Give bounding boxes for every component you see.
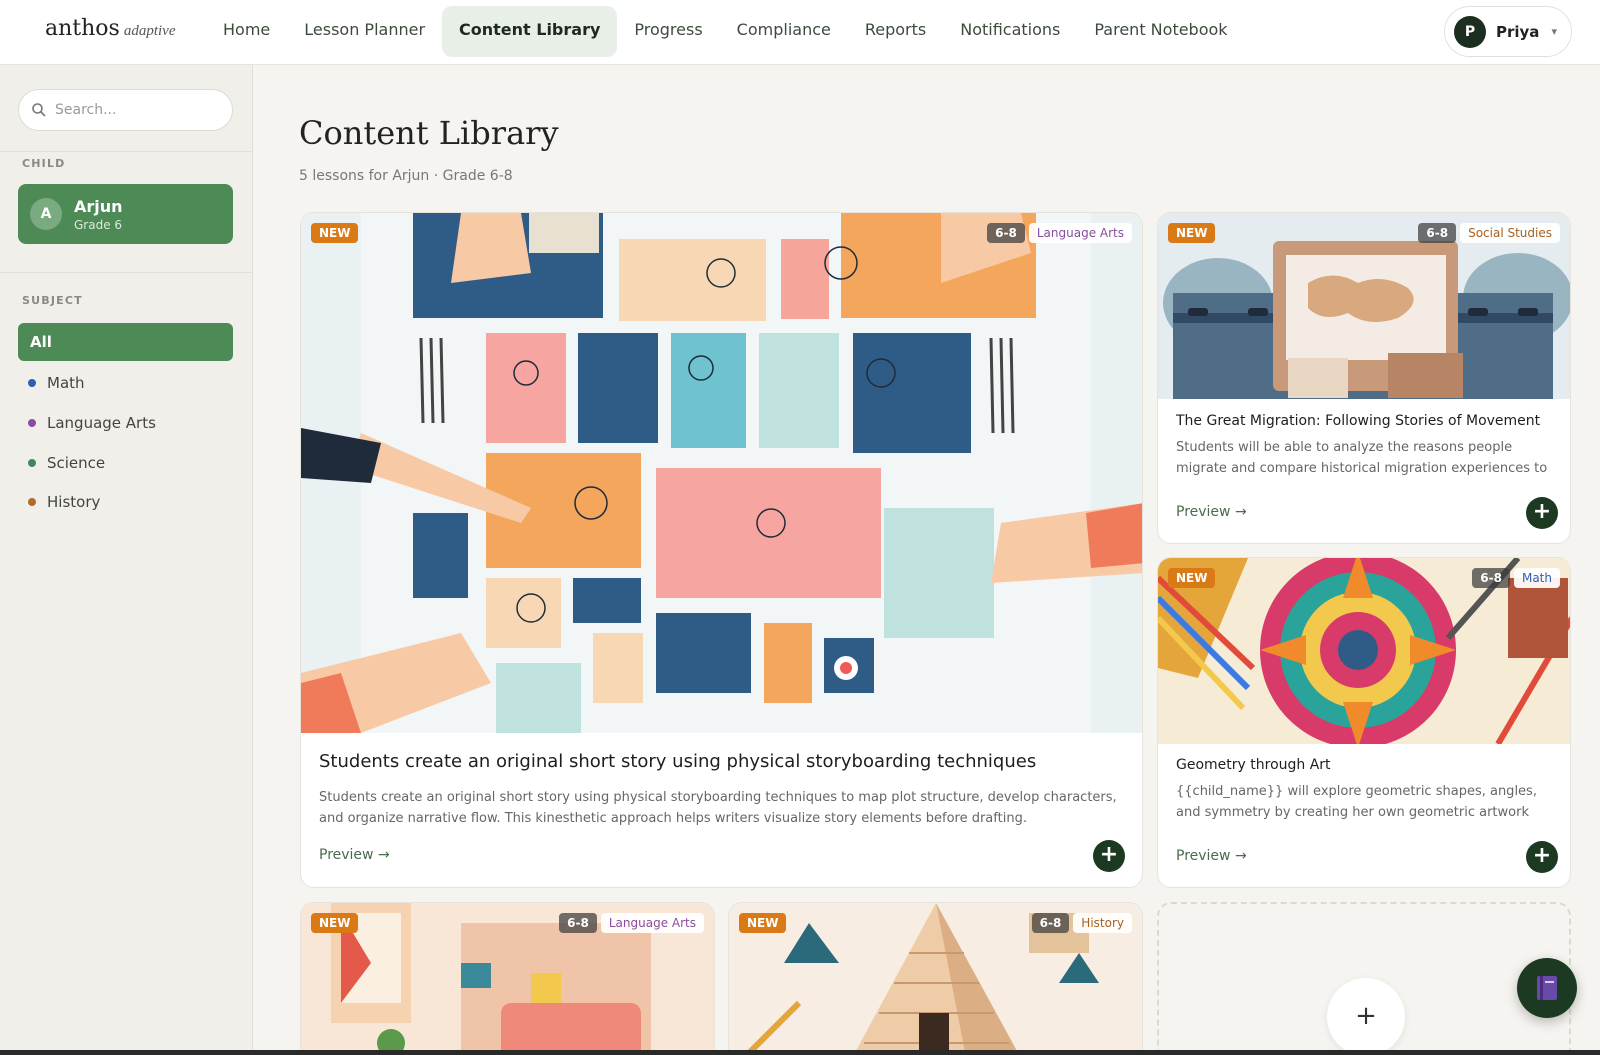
subject-badge: Math bbox=[1513, 568, 1560, 588]
lesson-illustration-storyboard bbox=[301, 213, 1142, 733]
main-nav: Home Lesson Planner Content Library Prog… bbox=[206, 6, 1245, 57]
nav-notifications[interactable]: Notifications bbox=[943, 6, 1077, 57]
brand-name: anthos bbox=[45, 16, 120, 41]
user-avatar: P bbox=[1454, 15, 1486, 48]
subject-badge: Language Arts bbox=[600, 913, 704, 933]
user-name: Priya bbox=[1496, 22, 1540, 41]
subject-label: History bbox=[47, 493, 101, 511]
page-subtitle: 5 lessons for Arjun · Grade 6-8 bbox=[299, 168, 513, 184]
search-box[interactable] bbox=[18, 89, 233, 131]
sidebar: CHILD A Arjun Grade 6 SUBJECT All Math L… bbox=[0, 65, 253, 1055]
lesson-card-5[interactable]: NEW 6-8 History bbox=[728, 902, 1143, 1055]
nav-reports[interactable]: Reports bbox=[848, 6, 943, 57]
add-content-card[interactable]: + bbox=[1157, 902, 1571, 1055]
user-menu[interactable]: P Priya ▾ bbox=[1444, 6, 1572, 57]
child-grade: Grade 6 bbox=[74, 217, 123, 232]
plus-icon[interactable]: + bbox=[1327, 978, 1405, 1055]
chevron-down-icon: ▾ bbox=[1551, 25, 1557, 38]
lesson-description: {{child_name}} will explore geometric sh… bbox=[1176, 784, 1537, 820]
lesson-card-great-migration[interactable]: NEW 6-8 Social Studies The Great Migrati… bbox=[1157, 212, 1571, 544]
brand-tagline: adaptive bbox=[123, 23, 176, 39]
preview-link[interactable]: Preview → bbox=[1176, 504, 1247, 520]
child-section-label: CHILD bbox=[22, 157, 66, 170]
subject-section-label: SUBJECT bbox=[22, 294, 83, 307]
preview-link[interactable]: Preview → bbox=[319, 847, 390, 863]
subject-badge: Social Studies bbox=[1460, 223, 1560, 243]
search-input[interactable] bbox=[55, 102, 225, 118]
lesson-title: Students create an original short story … bbox=[319, 751, 1037, 772]
lesson-title: The Great Migration: Following Stories o… bbox=[1176, 413, 1541, 429]
child-selector-arjun[interactable]: A Arjun Grade 6 bbox=[18, 184, 233, 244]
subject-label: Language Arts bbox=[47, 414, 156, 432]
new-badge: NEW bbox=[311, 913, 359, 933]
nav-home[interactable]: Home bbox=[206, 6, 287, 57]
lesson-description: Students will be able to analyze the rea… bbox=[1176, 440, 1548, 476]
nav-progress[interactable]: Progress bbox=[617, 6, 719, 57]
preview-link[interactable]: Preview → bbox=[1176, 848, 1247, 864]
subject-badge: History bbox=[1073, 913, 1132, 933]
subject-label: Science bbox=[47, 454, 106, 472]
search-icon bbox=[32, 103, 46, 117]
math-dot-icon bbox=[28, 379, 36, 387]
window-bottom-edge bbox=[0, 1050, 1600, 1055]
lesson-card-geometry-art[interactable]: NEW 6-8 Math Geometry through Art {{chil… bbox=[1157, 557, 1571, 888]
subject-badge: Language Arts bbox=[1028, 223, 1132, 243]
notebook-icon bbox=[1537, 976, 1557, 1000]
subject-filter-history[interactable]: History bbox=[28, 493, 100, 511]
divider bbox=[0, 151, 253, 152]
nav-lesson-planner[interactable]: Lesson Planner bbox=[287, 6, 442, 57]
grade-badge: 6-8 bbox=[987, 223, 1025, 243]
brand-logo[interactable]: anthos adaptive bbox=[45, 16, 176, 41]
notebook-fab-button[interactable] bbox=[1517, 958, 1577, 1018]
subject-filter-science[interactable]: Science bbox=[28, 454, 105, 472]
nav-parent-notebook[interactable]: Parent Notebook bbox=[1077, 6, 1244, 57]
grade-badge: 6-8 bbox=[559, 913, 597, 933]
subject-filter-all[interactable]: All bbox=[18, 323, 233, 361]
subject-filter-language-arts[interactable]: Language Arts bbox=[28, 414, 156, 432]
science-dot-icon bbox=[28, 459, 36, 467]
divider bbox=[0, 272, 253, 273]
history-dot-icon bbox=[28, 498, 36, 506]
new-badge: NEW bbox=[1168, 223, 1216, 243]
new-badge: NEW bbox=[311, 223, 359, 243]
lesson-description: Students create an original short story … bbox=[319, 790, 1117, 826]
add-lesson-button[interactable]: + bbox=[1526, 841, 1558, 873]
lesson-card-4[interactable]: NEW 6-8 Language Arts bbox=[300, 902, 715, 1055]
nav-content-library[interactable]: Content Library bbox=[442, 6, 618, 57]
top-navigation-bar: anthos adaptive Home Lesson Planner Conte… bbox=[0, 0, 1600, 65]
new-badge: NEW bbox=[1168, 568, 1216, 588]
child-name: Arjun bbox=[74, 196, 123, 216]
add-lesson-button[interactable]: + bbox=[1526, 497, 1558, 529]
add-lesson-button[interactable]: + bbox=[1093, 840, 1125, 872]
grade-badge: 6-8 bbox=[1031, 913, 1070, 933]
new-badge: NEW bbox=[739, 913, 787, 933]
lesson-card-storyboarding[interactable]: NEW 6-8 Language Arts Students create an… bbox=[300, 212, 1143, 888]
grade-badge: 6-8 bbox=[1472, 568, 1510, 588]
page-title: Content Library bbox=[299, 114, 559, 152]
subject-label: Math bbox=[47, 374, 85, 392]
language-arts-dot-icon bbox=[28, 419, 36, 427]
subject-filter-math[interactable]: Math bbox=[28, 374, 85, 392]
nav-compliance[interactable]: Compliance bbox=[720, 6, 848, 57]
grade-badge: 6-8 bbox=[1418, 223, 1457, 243]
child-avatar: A bbox=[30, 198, 62, 230]
lesson-title: Geometry through Art bbox=[1176, 757, 1331, 773]
